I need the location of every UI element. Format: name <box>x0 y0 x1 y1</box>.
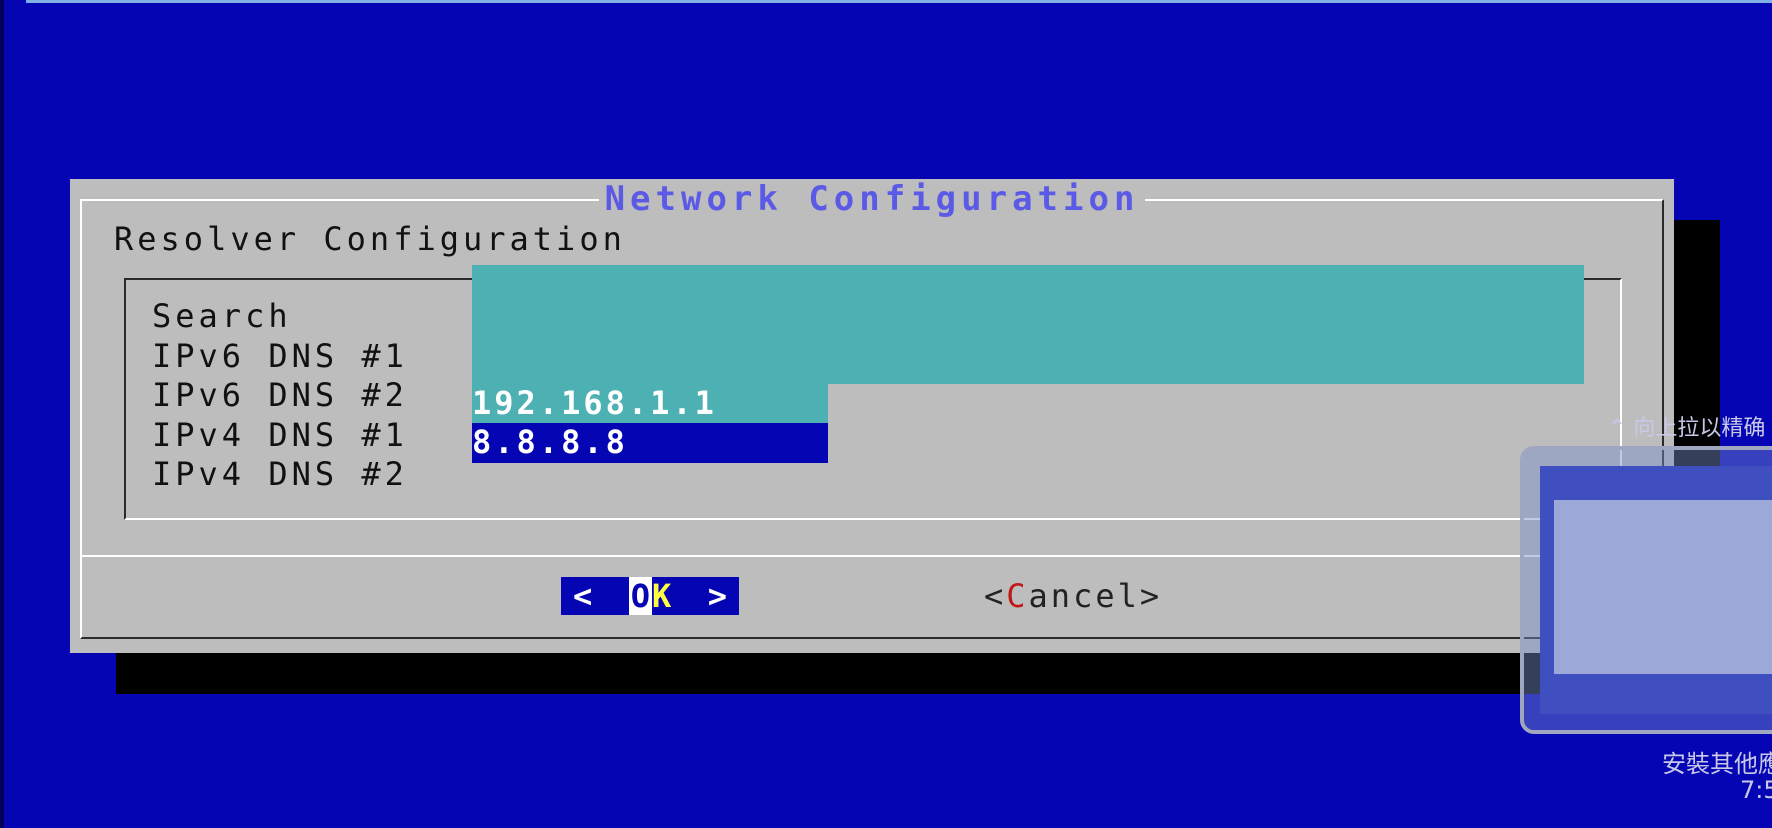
video-preview-overlay[interactable] <box>1520 446 1772 734</box>
ipv4-dns-1-field-value: 192.168.1.1 <box>472 383 717 422</box>
screen-top-border <box>26 0 1772 3</box>
ipv4-dns-2-field-value: 8.8.8.8 <box>472 423 628 461</box>
dialog-subtitle: Resolver Configuration <box>114 220 626 258</box>
ok-button-hotkey: O <box>628 577 652 615</box>
ok-button-left-bracket: < <box>573 577 593 615</box>
field-label-ipv6-dns-2: IPv6 DNS #2 <box>152 376 408 414</box>
ipv6-dns-2-field[interactable] <box>472 344 1584 384</box>
field-labels: Search IPv6 DNS #1 IPv6 DNS #2 IPv4 DNS … <box>152 297 408 495</box>
overlay-timestamp: 7:5 <box>1740 776 1772 804</box>
ok-button[interactable]: < OK > <box>561 577 739 615</box>
dialog-title-bar: Network Configuration <box>70 179 1674 219</box>
overlay-swipe-hint: ⌃ 向上拉以精确 <box>1608 416 1766 441</box>
ok-button-label: OK <box>628 577 672 615</box>
field-label-ipv4-dns-2: IPv4 DNS #2 <box>152 455 408 493</box>
dialog-title: Network Configuration <box>598 179 1146 219</box>
field-label-ipv6-dns-1: IPv6 DNS #1 <box>152 336 408 375</box>
video-preview-thumbnail <box>1540 466 1772 714</box>
network-configuration-dialog: Network Configuration Resolver Configura… <box>70 179 1674 653</box>
ipv4-dns-2-field[interactable]: 8.8.8.8 <box>472 423 828 463</box>
ipv6-dns-1-field[interactable] <box>472 304 1584 344</box>
ipv4-dns-1-field[interactable]: 192.168.1.1 <box>472 383 828 423</box>
cancel-button[interactable]: <Cancel> <box>984 577 1162 615</box>
ok-button-label-rest: K <box>652 577 672 615</box>
cancel-button-label-rest: ancel <box>1028 577 1140 615</box>
overlay-caption: 安裝其他應 <box>1662 750 1772 778</box>
cancel-button-left-bracket: < <box>984 577 1007 615</box>
cancel-button-right-bracket: > <box>1139 577 1163 615</box>
ok-button-right-bracket: > <box>707 577 727 615</box>
field-label-search: Search <box>152 297 292 335</box>
button-area-divider <box>82 555 1662 557</box>
cancel-button-hotkey: C <box>1006 577 1029 615</box>
search-field[interactable] <box>472 265 1584 305</box>
field-label-ipv4-dns-1: IPv4 DNS #1 <box>152 415 408 454</box>
screen-left-edge <box>0 0 4 828</box>
video-preview-window <box>1554 500 1772 674</box>
